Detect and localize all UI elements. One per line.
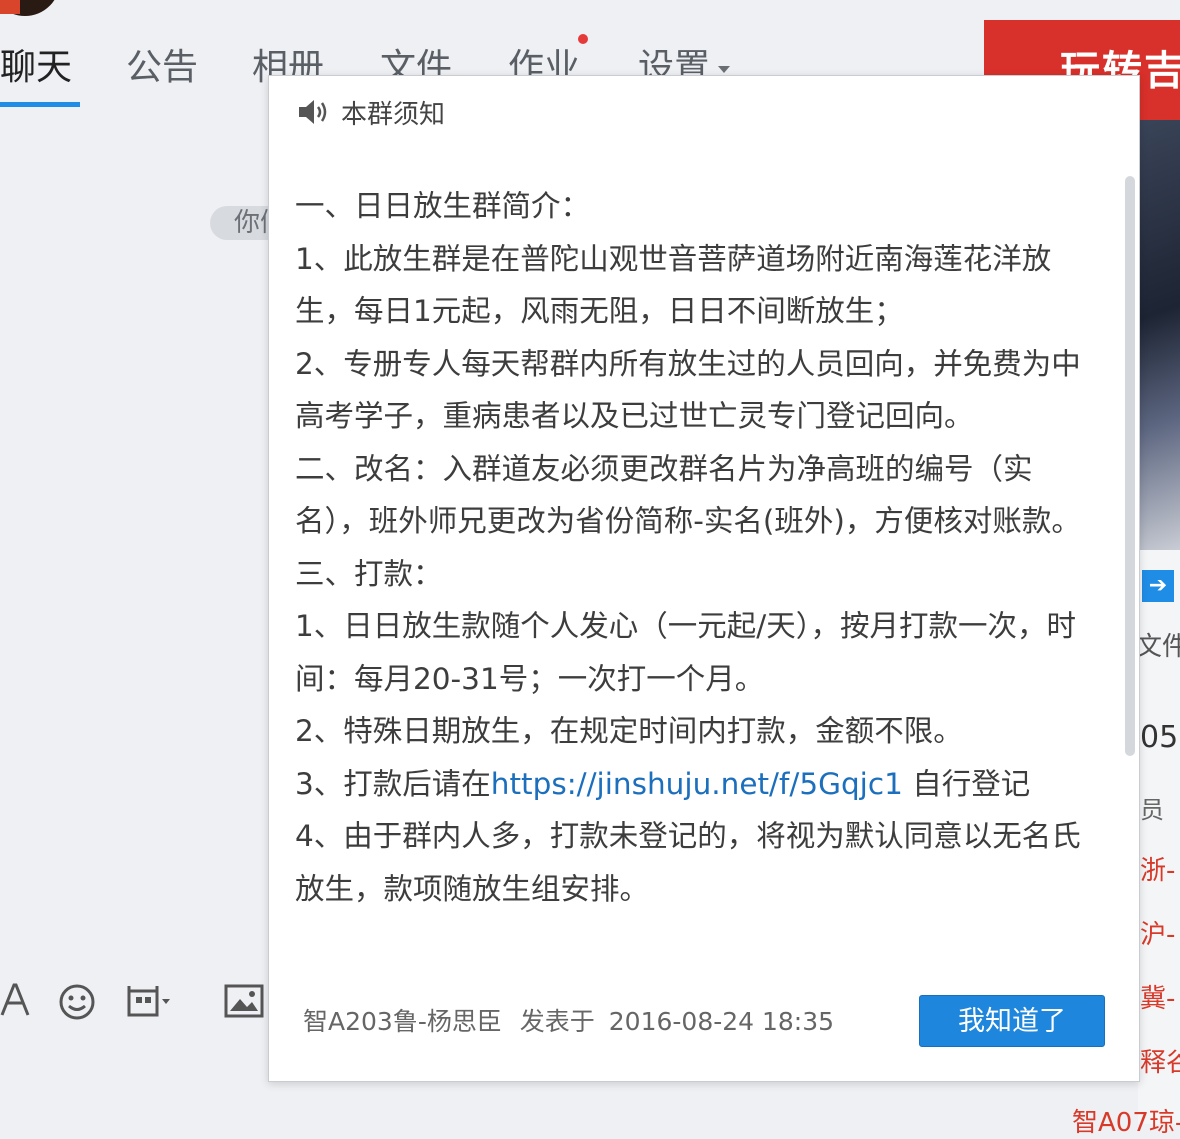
notice-line: 一、日日放生群简介：	[295, 189, 591, 223]
image-icon[interactable]	[224, 983, 264, 1019]
line-suffix: 自行登记	[902, 766, 1031, 801]
scrollbar[interactable]	[1125, 176, 1135, 756]
notice-line: 二、改名：入群道友必须更改群名片为净高班的编号（实名），班外师兄更改为省份简称-…	[295, 451, 1081, 539]
posted-label: 发表于	[519, 1007, 595, 1036]
file-label: 文件	[1138, 632, 1180, 662]
input-toolbar	[0, 965, 270, 1045]
line-prefix: 3、打款后请在	[295, 766, 491, 801]
notice-content: 一、日日放生群简介： 1、此放生群是在普陀山观世音菩萨道场附近南海莲花洋放生，每…	[295, 180, 1095, 915]
post-timestamp: 2016-08-24 18:35	[608, 1007, 835, 1036]
tab-announcement[interactable]: 公告	[126, 38, 198, 90]
notice-line: 三、打款：	[295, 556, 443, 591]
group-number-fragment: 055	[1140, 720, 1180, 755]
dialog-header: 本群须知	[297, 92, 445, 132]
member-name[interactable]: 冀-	[1140, 978, 1175, 1015]
ad-photo	[1138, 120, 1180, 550]
avatar-badge	[0, 0, 20, 14]
speaker-icon	[299, 100, 327, 124]
notification-dot	[578, 34, 588, 44]
notice-line: 2、特殊日期放生，在规定时间内打款，金额不限。	[295, 714, 963, 748]
group-notice-dialog: 本群须知 一、日日放生群简介： 1、此放生群是在普陀山观世音菩萨道场附近南海莲花…	[268, 75, 1140, 1082]
caret-down-icon	[718, 65, 731, 73]
emoji-icon[interactable]	[58, 983, 96, 1021]
member-name[interactable]: 浙-	[1140, 850, 1175, 887]
registration-link[interactable]: https://jinshuju.net/f/5Gqjc1	[491, 767, 903, 801]
notice-line: 1、此放生群是在普陀山观世音菩萨道场附近南海莲花洋放生，每日1元起，风雨无阻，日…	[295, 241, 1052, 329]
acknowledge-button[interactable]: 我知道了	[919, 995, 1105, 1047]
file-transfer-icon[interactable]: ➔	[1142, 570, 1174, 602]
notice-meta: 智A203鲁-杨思臣 发表于 2016-08-24 18:35	[303, 1002, 834, 1038]
member-name-bottom[interactable]: 智A07琼-	[1072, 1102, 1180, 1139]
active-tab-indicator	[0, 102, 80, 107]
notice-line: 4、由于群内人多，打款未登记的，将视为默认同意以无名氏放生，款项随放生组安排。	[295, 819, 1081, 906]
member-label: 员	[1140, 796, 1164, 824]
font-icon[interactable]	[0, 983, 30, 1017]
notice-line-with-link: 3、打款后请在https://jinshuju.net/f/5Gqjc1 自行登…	[295, 758, 1095, 811]
tab-chat[interactable]: 聊天	[0, 38, 72, 90]
screenshot-icon[interactable]	[126, 983, 172, 1019]
notice-line: 2、专册专人每天帮群内所有放生过的人员回向，并免费为中高考学子，重病患者以及已过…	[295, 346, 1081, 434]
dialog-title: 本群须知	[341, 99, 446, 130]
right-sidebar: ➔ 文件 055 员 浙- 沪- 冀- 释谷	[1138, 550, 1180, 1124]
author-name: 智A203鲁-杨思臣	[303, 1007, 502, 1036]
member-name[interactable]: 沪-	[1140, 914, 1175, 951]
member-name[interactable]: 释谷	[1140, 1042, 1180, 1079]
notice-line: 1、日日放生款随个人发心（一元起/天），按月打款一次，时间：每月20-31号；一…	[295, 609, 1076, 696]
